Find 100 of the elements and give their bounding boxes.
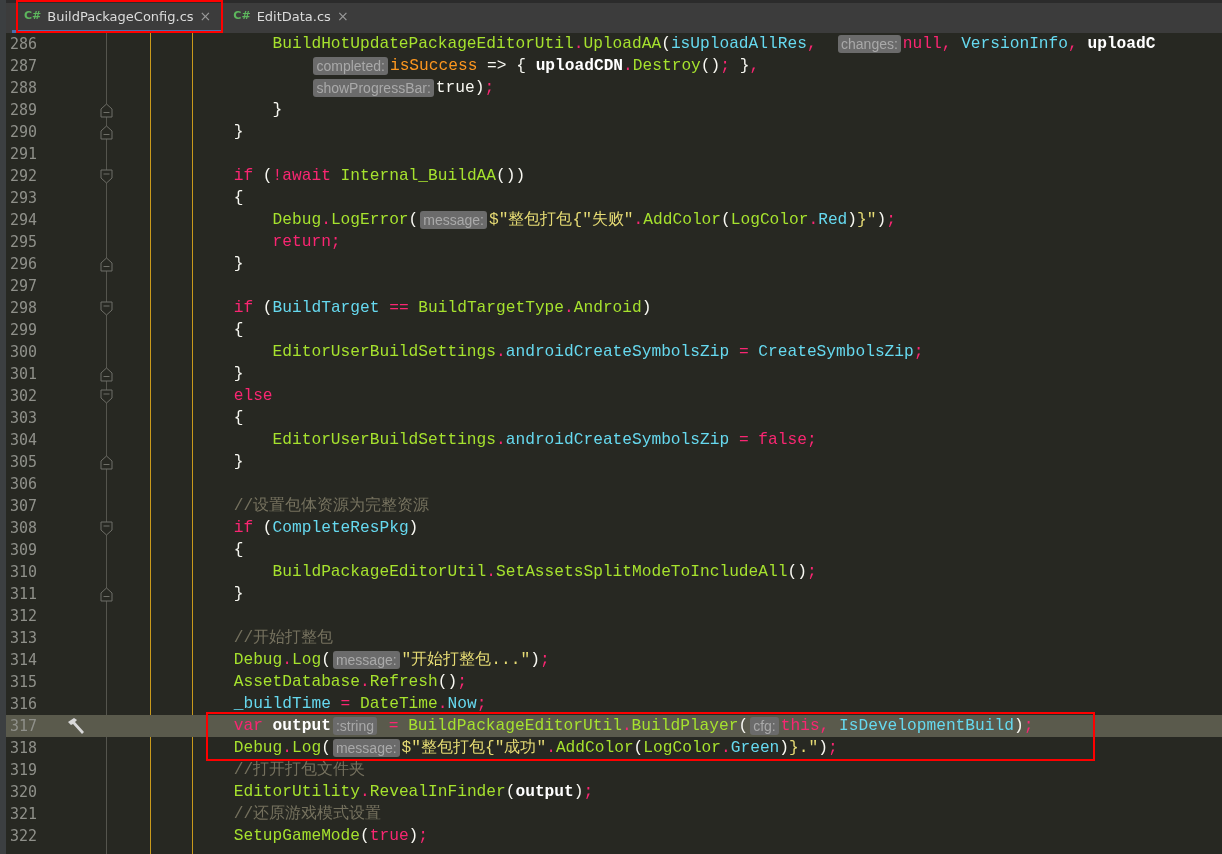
unfold-marker-icon[interactable] [100,454,113,470]
code-text: } [233,121,244,143]
file-tab[interactable]: C# EditData.cs × [221,3,359,33]
line-number: 318 [9,737,39,759]
code-text: isSuccess => { uploadCDN.Destroy(); }, [389,55,760,77]
fold-marker-icon[interactable] [100,388,113,404]
line-number: 311 [9,583,39,605]
fold-marker-icon[interactable] [100,168,113,184]
line-number: 291 [9,143,39,165]
line-number: 321 [9,803,39,825]
code-text: //打开打包文件夹 [233,759,366,781]
line-number: 292 [9,165,39,187]
parameter-hint: changes: [838,35,901,53]
parameter-hint: message: [420,211,487,229]
line-number: 312 [9,605,39,627]
parameter-hint: message: [332,651,400,669]
code-text: SetupGameMode(true); [233,825,429,847]
code-text: { [233,319,244,341]
line-number: 315 [9,671,39,693]
hammer-icon[interactable] [66,717,86,735]
code-text: this, IsDevelopmentBuild); [780,715,1034,737]
code-text: = BuildPackageEditorUtil.BuildPlayer( [387,715,749,737]
line-number: 305 [9,451,39,473]
close-icon[interactable]: × [336,6,349,27]
line-number: 320 [9,781,39,803]
code-text: } [233,363,244,385]
code-text: return; [272,231,341,253]
line-number: 286 [9,33,39,55]
code-text: EditorUserBuildSettings.androidCreateSymbolsZip = false; [272,429,817,451]
unfold-marker-icon[interactable] [100,124,113,140]
line-number: 306 [9,473,39,495]
unfold-marker-icon[interactable] [100,102,113,118]
close-icon[interactable]: × [199,6,212,27]
unfold-marker-icon[interactable] [100,366,113,382]
line-number: 304 [9,429,39,451]
code-text: } [233,583,244,605]
line-number: 310 [9,561,39,583]
code-text: //还原游戏模式设置 [233,803,382,825]
parameter-hint: completed: [313,57,388,75]
code-text: } [272,99,283,121]
line-number: 295 [9,231,39,253]
parameter-hint: :string [332,717,377,735]
csharp-file-icon: C# [233,8,251,25]
code-text: $"整包打包{"成功".AddColor(LogColor.Green)}."); [401,737,838,759]
code-text: } [233,253,244,275]
line-number: 307 [9,495,39,517]
code-text: { [233,407,244,429]
line-number: 301 [9,363,39,385]
parameter-hint: message: [332,739,400,757]
code-text: BuildHotUpdatePackageEditorUtil.UploadAA(isUploadAllRes, [272,33,818,55]
code-text: if (CompleteResPkg) [233,517,419,539]
csharp-file-icon: C# [24,8,42,25]
line-number: 319 [9,759,39,781]
line-number: 308 [9,517,39,539]
parameter-hint: cfg: [750,717,779,735]
line-number: 288 [9,77,39,99]
code-text: $"整包打包{"失败".AddColor(LogColor.Red)}"); [489,209,896,231]
line-number: 314 [9,649,39,671]
code-text: EditorUserBuildSettings.androidCreateSymbolsZip = CreateSymbolsZip; [272,341,924,363]
line-number: 287 [9,55,39,77]
code-text: { [233,187,244,209]
code-text: //设置包体资源为完整资源 [233,495,430,517]
line-number: 313 [9,627,39,649]
code-text: //开始打整包 [233,627,334,649]
code-text: _buildTime = DateTime.Now; [233,693,487,715]
fold-marker-icon[interactable] [100,520,113,536]
line-number: 290 [9,121,39,143]
code-text: else [233,385,273,407]
line-number: 317 [9,715,39,737]
code-text: EditorUtility.RevealInFinder(output); [233,781,594,803]
line-number: 303 [9,407,39,429]
code-text: AssetDatabase.Refresh(); [233,671,467,693]
line-number: 296 [9,253,39,275]
code-text: { [233,539,244,561]
code-text: null, VersionInfo, uploadC [902,33,1156,55]
line-number: 299 [9,319,39,341]
fold-marker-icon[interactable] [100,300,113,316]
line-number: 309 [9,539,39,561]
line-number: 297 [9,275,39,297]
parameter-hint: showProgressBar: [313,79,434,97]
code-text: var output [233,715,331,737]
line-number: 298 [9,297,39,319]
code-text: Debug.LogError( [272,209,419,231]
code-text: BuildPackageEditorUtil.SetAssetsSplitModeToIncludeAll(); [272,561,817,583]
line-number: 322 [9,825,39,847]
code-text: Debug.Log( [233,737,331,759]
line-number: 294 [9,209,39,231]
line-number: 302 [9,385,39,407]
code-text: } [233,451,244,473]
code-text: "开始打整包..."); [401,649,550,671]
code-text: Debug.Log( [233,649,331,671]
code-text: if (BuildTarget == BuildTargetType.Android) [233,297,652,319]
code-text: true); [435,77,495,99]
unfold-marker-icon[interactable] [100,256,113,272]
code-text: if (!await Internal_BuildAA()) [233,165,526,187]
unfold-marker-icon[interactable] [100,586,113,602]
line-number: 293 [9,187,39,209]
line-number: 316 [9,693,39,715]
line-number: 300 [9,341,39,363]
line-number: 289 [9,99,39,121]
